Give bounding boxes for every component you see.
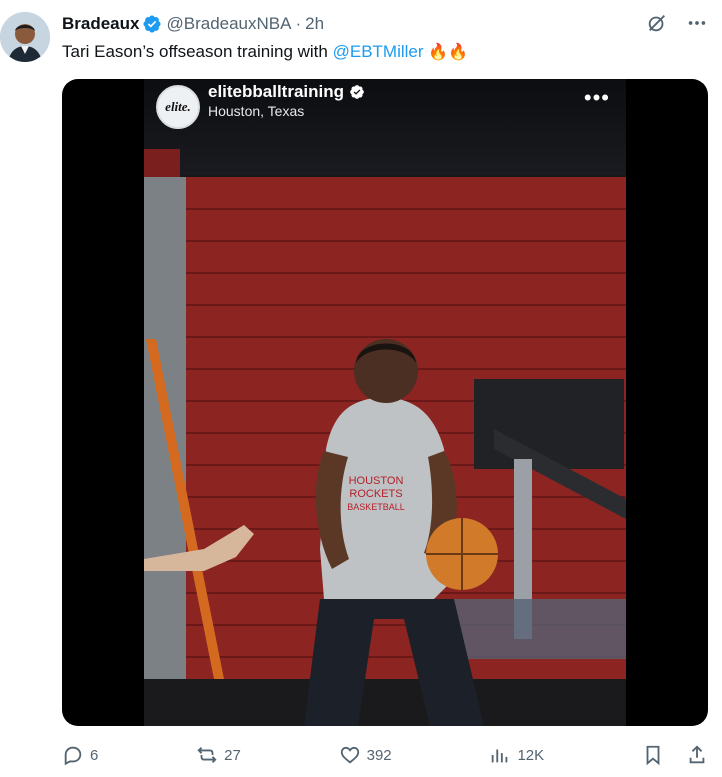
like-count: 392 [366, 746, 392, 764]
source-location: Houston, Texas [208, 103, 305, 119]
video-frame[interactable]: HOUSTON ROCKETS BASKETBALL elite. eliteb… [144, 79, 626, 726]
video-player[interactable]: HOUSTON ROCKETS BASKETBALL elite. eliteb… [62, 79, 708, 726]
source-verified-icon [350, 85, 364, 99]
timestamp[interactable]: 2h [305, 14, 324, 34]
author-name[interactable]: Bradeaux [62, 14, 139, 34]
fire-emoji: 🔥🔥 [428, 42, 469, 61]
repost-action[interactable]: 27 [196, 744, 241, 766]
reply-action[interactable]: 6 [62, 744, 98, 766]
grok-icon[interactable] [646, 12, 668, 34]
overlay-more-icon: ••• [583, 85, 610, 110]
views-count: 12K [517, 746, 545, 764]
source-avatar: elite. [156, 85, 200, 129]
share-icon[interactable] [686, 744, 708, 766]
source-account: elitebballtraining [208, 82, 365, 102]
instagram-overlay: elite. elitebballtraining Houston, Texas… [144, 79, 626, 143]
separator: · [295, 14, 302, 33]
secondary-actions [642, 744, 708, 766]
tweet-text-body: Tari Eason’s offseason training with [62, 42, 333, 61]
author-avatar[interactable] [0, 12, 50, 62]
mention-link[interactable]: @EBTMiller [333, 42, 424, 61]
views-icon [492, 749, 508, 763]
tweet-text: Tari Eason’s offseason training with @EB… [62, 40, 468, 64]
reply-icon [64, 746, 82, 766]
like-action[interactable]: 392 [339, 744, 392, 766]
reply-count: 6 [90, 746, 99, 764]
tweet-header: Bradeaux @BradeauxNBA · 2h [62, 12, 324, 36]
jersey-text: HOUSTON [349, 475, 404, 487]
like-icon [340, 746, 359, 764]
jersey-text-3: BASKETBALL [347, 502, 405, 512]
more-icon[interactable] [686, 12, 708, 34]
top-actions [646, 12, 708, 34]
repost-icon [197, 747, 217, 763]
video-still: HOUSTON ROCKETS BASKETBALL [144, 79, 626, 726]
verified-badge-icon [143, 15, 162, 33]
bookmark-icon[interactable] [642, 744, 664, 766]
tweet-actions: 6 27 392 12K [62, 740, 708, 770]
jersey-text-2: ROCKETS [349, 488, 402, 500]
author-handle[interactable]: @BradeauxNBA [166, 14, 291, 34]
views-action[interactable]: 12K [489, 744, 544, 766]
repost-count: 27 [224, 746, 241, 764]
source-account-name: elitebballtraining [208, 82, 345, 101]
